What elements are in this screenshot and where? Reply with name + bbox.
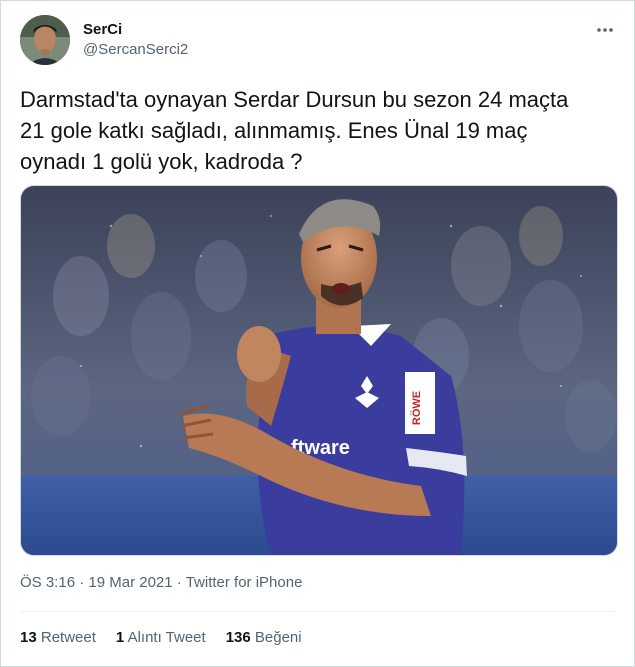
- quotes-label: Alıntı Tweet: [127, 629, 206, 646]
- tweet-stats: 13 Retweet 1 Alıntı Tweet 136 Beğeni: [20, 629, 322, 646]
- tweet-time[interactable]: ÖS 3:16: [20, 574, 75, 591]
- display-name[interactable]: SerCi: [83, 20, 188, 40]
- quotes-stat[interactable]: 1 Alıntı Tweet: [116, 629, 206, 646]
- likes-label: Beğeni: [254, 629, 302, 646]
- avatar-image: [20, 15, 70, 65]
- retweets-count: 13: [20, 629, 37, 646]
- tweet-meta: ÖS 3:16 · 19 Mar 2021 · Twitter for iPho…: [20, 574, 302, 591]
- more-button[interactable]: [594, 19, 616, 41]
- avatar[interactable]: [20, 15, 70, 65]
- tweet-header: SerCi @SercanSerci2: [20, 15, 188, 65]
- jersey-badge-text: RÖWE: [410, 391, 423, 425]
- likes-count: 136: [225, 629, 251, 646]
- tweet-text: Darmstad'ta oynayan Serdar Dursun bu sez…: [20, 84, 620, 177]
- retweets-stat[interactable]: 13 Retweet: [20, 629, 96, 646]
- likes-stat[interactable]: 136 Beğeni: [226, 629, 302, 646]
- tweet-text-line: Darmstad'ta oynayan Serdar Dursun bu sez…: [20, 87, 569, 112]
- tweet-source[interactable]: Twitter for iPhone: [186, 574, 303, 591]
- more-dots-icon: [597, 28, 613, 32]
- divider: [20, 611, 615, 612]
- player-photo: RÖWE ftware: [21, 186, 617, 555]
- meta-separator: ·: [79, 574, 85, 591]
- tweet-text-line: 21 gole katkı sağladı, alınmamış. Enes Ü…: [20, 118, 528, 143]
- user-handle[interactable]: @SercanSerci2: [83, 40, 188, 60]
- tweet-text-line: oynadı 1 golü yok, kadroda ?: [20, 149, 303, 174]
- user-names: SerCi @SercanSerci2: [83, 20, 188, 60]
- quotes-count: 1: [115, 629, 125, 646]
- tweet-photo[interactable]: RÖWE ftware: [20, 185, 618, 556]
- retweets-label: Retweet: [40, 629, 96, 646]
- tweet-date[interactable]: 19 Mar 2021: [88, 574, 172, 591]
- tweet-card: SerCi @SercanSerci2 Darmstad'ta oynayan …: [0, 0, 635, 667]
- meta-separator: ·: [176, 574, 182, 591]
